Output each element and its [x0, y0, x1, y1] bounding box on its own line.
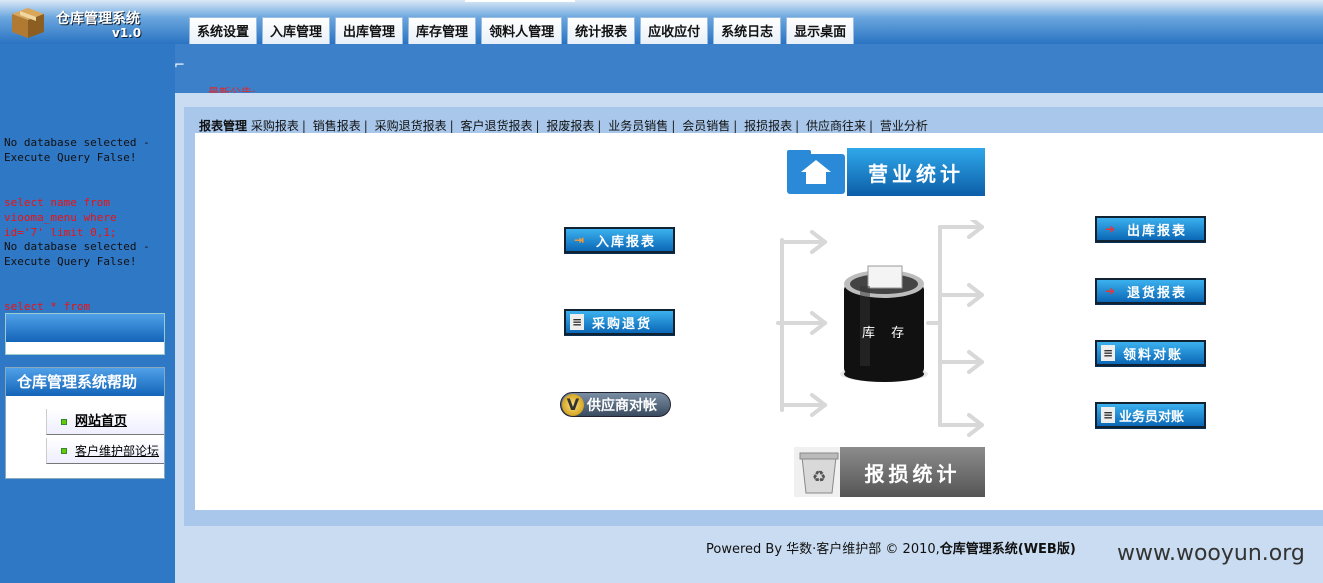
help-link-label: 客户维护部论坛 [75, 444, 160, 458]
app-title: 仓库管理系统 [56, 11, 140, 27]
supplier-reconcile-label: 供应商对帐 [587, 397, 657, 414]
tab-system-log[interactable]: 系统日志 [713, 17, 782, 44]
submenu-scrap-report[interactable]: 报废报表 [546, 119, 594, 133]
footer-text: Powered By 华数·客户维护部 © 2010,仓库管理系统(WEB版) [706, 538, 1076, 557]
box-logo-icon [12, 8, 44, 38]
return-report-label: 退货报表 [1127, 285, 1188, 301]
door-arrow-icon: ⇥ [573, 233, 585, 247]
business-stats-label: 营业统计 [868, 161, 964, 186]
business-stats-body: 营业统计 [847, 148, 985, 196]
v-badge-icon: V [562, 393, 584, 416]
submenu-purchase-return-report[interactable]: 采购退货报表 [375, 119, 447, 133]
bullet-icon [61, 419, 67, 425]
sql-error-status: No database selected - Execute Query Fal… [4, 136, 150, 164]
empty-menu-panel [5, 313, 165, 355]
tab-reports[interactable]: 统计报表 [567, 17, 636, 44]
report-submenu: 报表管理 采购报表 | 销售报表 | 采购退货报表 | 客户退货报表 | 报废报表 | 业… [199, 119, 928, 133]
submenu-purchase-report[interactable]: 采购报表 [251, 119, 299, 133]
submenu-heading: 报表管理 [199, 119, 248, 133]
submenu-sales-report[interactable]: 销售报表 [313, 119, 361, 133]
top-header: 仓库管理系统 v1.0 系统设置 入库管理 出库管理 库存管理 领料人管理 统计… [0, 0, 1323, 44]
clipboard-icon: ≡ [1101, 345, 1115, 361]
tab-receivables[interactable]: 应收应付 [640, 17, 709, 44]
requisition-reconcile-button[interactable]: ≡ 领料对账 [1095, 340, 1206, 366]
recycle-bin-icon: ♻ [794, 447, 844, 497]
app-version: v1.0 [112, 26, 142, 40]
help-link-home[interactable]: 网站首页 [46, 409, 164, 435]
submenu-supplier-dealings[interactable]: 供应商往来 [806, 119, 866, 133]
outbound-report-label: 出库报表 [1127, 223, 1188, 239]
submenu-loss-report[interactable]: 报损报表 [744, 119, 792, 133]
help-panel: 仓库管理系统帮助 网站首页 客户维护部论坛 [5, 367, 165, 479]
purchase-return-label: 采购退货 [592, 316, 653, 332]
report-content [195, 133, 1323, 510]
salesperson-reconcile-button[interactable]: ≡ 业务员对账 [1095, 402, 1206, 428]
help-link-label: 网站首页 [75, 414, 128, 429]
svg-text:♻: ♻ [812, 467, 826, 486]
inbound-report-button[interactable]: ⇥ 入库报表 [564, 227, 675, 253]
supplier-reconcile-button[interactable]: V 供应商对帐 [560, 392, 671, 417]
clipboard-icon: ≡ [570, 314, 584, 330]
inbound-report-label: 入库报表 [596, 234, 657, 250]
sql-error-status: No database selected - Execute Query Fal… [4, 240, 150, 268]
bullet-icon [61, 448, 67, 454]
corner-curve: ⌐ [174, 58, 185, 73]
folder-home-icon [787, 150, 845, 194]
help-link-forum[interactable]: 客户维护部论坛 [46, 438, 164, 464]
submenu-business-analysis[interactable]: 营业分析 [880, 119, 928, 133]
purchase-return-button[interactable]: ≡ 采购退货 [564, 309, 675, 335]
submenu-salesperson-sales[interactable]: 业务员销售 [608, 119, 668, 133]
tab-system-settings[interactable]: 系统设置 [189, 17, 258, 44]
submenu-customer-return-report[interactable]: 客户退货报表 [461, 119, 533, 133]
panel-body [6, 342, 164, 354]
return-report-button[interactable]: ➜ 退货报表 [1095, 278, 1206, 304]
panel-header [6, 314, 164, 342]
footer-product: 仓库管理系统(WEB版) [939, 542, 1076, 557]
exit-arrow-icon: ➜ [1104, 222, 1116, 236]
help-title: 仓库管理系统帮助 [6, 368, 164, 396]
loss-stats-body: 报损统计 [840, 447, 985, 497]
watermark: www.wooyun.org [1117, 541, 1305, 566]
business-stats-button[interactable]: 营业统计 [785, 146, 985, 196]
submenu-member-sales[interactable]: 会员销售 [682, 119, 730, 133]
tab-requisitioner[interactable]: 领料人管理 [481, 17, 563, 44]
salesperson-reconcile-label: 业务员对账 [1119, 409, 1185, 425]
loss-stats-label: 报损统计 [864, 461, 961, 486]
main-tabs: 系统设置 入库管理 出库管理 库存管理 领料人管理 统计报表 应收应付 系统日志… [189, 17, 855, 44]
footer-powered: Powered By 华数·客户维护部 © 2010, [706, 542, 940, 557]
loss-stats-button[interactable]: ♻ 报损统计 [794, 447, 985, 497]
outbound-report-button[interactable]: ➜ 出库报表 [1095, 216, 1206, 242]
clipboard-icon: ≡ [1101, 407, 1115, 423]
exit-arrow-icon: ➜ [1104, 284, 1116, 298]
tab-inventory[interactable]: 库存管理 [408, 17, 477, 44]
tab-outbound[interactable]: 出库管理 [335, 17, 404, 44]
header-highlight [465, 0, 575, 2]
inventory-label: 库 存 [862, 326, 911, 341]
tab-show-desktop[interactable]: 显示桌面 [786, 17, 855, 44]
requisition-reconcile-label: 领料对账 [1123, 347, 1184, 363]
tab-inbound[interactable]: 入库管理 [262, 17, 331, 44]
